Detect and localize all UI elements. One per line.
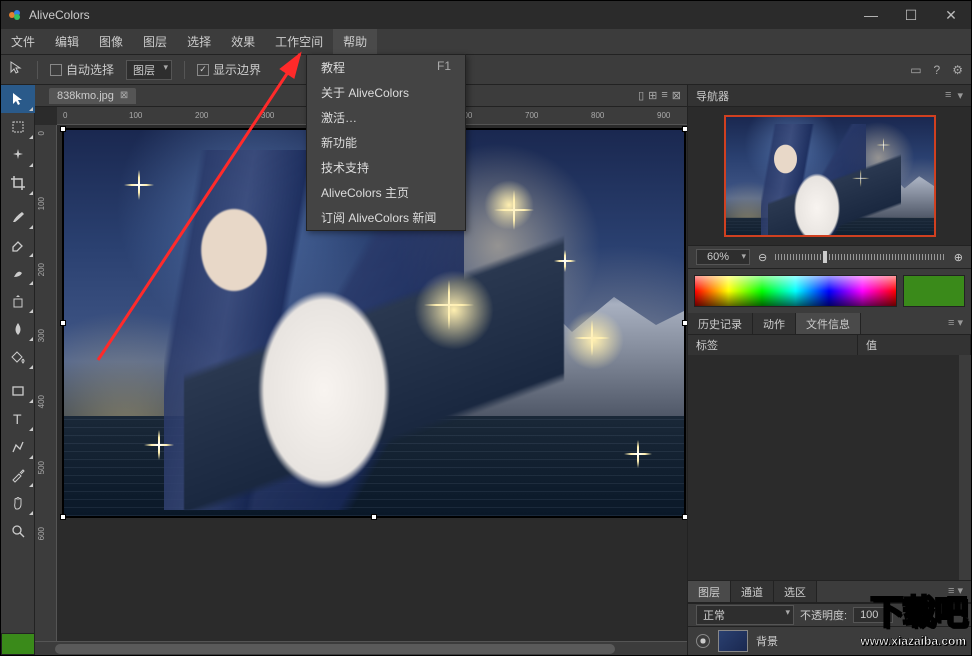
menu-effect[interactable]: 效果 <box>221 29 265 54</box>
tool-blur[interactable] <box>1 315 35 343</box>
app-title: AliveColors <box>29 8 90 22</box>
menu-edit[interactable]: 编辑 <box>45 29 89 54</box>
menu-select[interactable]: 选择 <box>177 29 221 54</box>
layer-panel-menu-icon[interactable]: ≡ ▾ <box>940 581 971 602</box>
navigator-title: 导航器 <box>696 88 729 104</box>
tool-zoom[interactable] <box>1 517 35 545</box>
layer-tabs: 图层 通道 选区 ≡ ▾ <box>688 581 971 603</box>
auto-select-checkbox[interactable]: 自动选择 <box>50 61 114 78</box>
navigator-thumbnail[interactable] <box>688 107 971 245</box>
toolbox: T <box>1 85 35 655</box>
tool-eraser[interactable] <box>1 231 35 259</box>
layer-thumbnail <box>718 630 748 652</box>
close-tab-icon[interactable]: ⊠ <box>120 90 128 101</box>
zoom-out-button[interactable]: ⊖ <box>758 251 767 264</box>
menu-layer[interactable]: 图层 <box>133 29 177 54</box>
help-subscribe[interactable]: 订阅 AliveColors 新闻 <box>307 205 465 230</box>
tool-magic-wand[interactable] <box>1 141 35 169</box>
menu-image[interactable]: 图像 <box>89 29 133 54</box>
foreground-color[interactable] <box>1 633 35 655</box>
app-logo-icon <box>7 7 23 23</box>
color-spectrum[interactable] <box>694 275 897 307</box>
fileinfo-body <box>688 355 971 580</box>
menu-help[interactable]: 帮助 <box>333 29 377 54</box>
panel-collapse-icon[interactable]: ▾ <box>957 89 963 102</box>
fileinfo-scrollbar[interactable] <box>959 355 971 580</box>
title-bar: AliveColors ― ☐ ✕ <box>1 1 971 29</box>
tool-smudge[interactable] <box>1 259 35 287</box>
tool-brush[interactable] <box>1 203 35 231</box>
color-panel <box>688 269 971 313</box>
opacity-value[interactable]: 100 <box>853 607 893 623</box>
menu-file[interactable]: 文件 <box>1 29 45 54</box>
tab-view-1-icon[interactable]: ▯ <box>638 89 644 102</box>
settings-icon[interactable]: ⚙ <box>952 63 963 77</box>
col-value: 值 <box>858 335 971 355</box>
zoom-value[interactable]: 60% <box>696 249 750 265</box>
tool-hand[interactable] <box>1 489 35 517</box>
info-tabs: 历史记录 动作 文件信息 ≡ ▾ <box>688 313 971 335</box>
help-dropdown: 教程F1 关于 AliveColors 激活… 新功能 技术支持 AliveCo… <box>306 54 466 231</box>
panel-menu-icon[interactable]: ≡ <box>945 89 951 102</box>
tool-bucket[interactable] <box>1 343 35 371</box>
scope-dropdown[interactable]: 图层 <box>126 60 172 80</box>
tab-selection[interactable]: 选区 <box>774 581 817 602</box>
help-icon[interactable]: ? <box>934 63 941 77</box>
maximize-button[interactable]: ☐ <box>891 1 931 29</box>
zoom-controls: 60% ⊖ ⊕ <box>688 245 971 269</box>
tab-fileinfo[interactable]: 文件信息 <box>796 313 861 334</box>
col-label: 标签 <box>688 335 858 355</box>
help-activate[interactable]: 激活… <box>307 105 465 130</box>
tool-clone[interactable] <box>1 287 35 315</box>
tab-layers[interactable]: 图层 <box>688 581 731 602</box>
help-support[interactable]: 技术支持 <box>307 155 465 180</box>
ruler-vertical: 0 100 200 300 400 500 600 <box>35 125 57 655</box>
help-homepage[interactable]: AliveColors 主页 <box>307 180 465 205</box>
options-bar: 自动选择 图层 ✓显示边界 ▭ ? ⚙ <box>1 55 971 85</box>
tool-eyedropper[interactable] <box>1 461 35 489</box>
help-about[interactable]: 关于 AliveColors <box>307 80 465 105</box>
navigator-header: 导航器 ≡ ▾ <box>688 85 971 107</box>
info-panel-menu-icon[interactable]: ≡ ▾ <box>940 313 971 334</box>
help-whatsnew[interactable]: 新功能 <box>307 130 465 155</box>
zoom-slider[interactable] <box>775 254 946 260</box>
feedback-icon[interactable]: ▭ <box>910 63 921 77</box>
help-tutorial[interactable]: 教程F1 <box>307 55 465 80</box>
move-cursor-icon <box>9 60 25 79</box>
fileinfo-header: 标签 值 <box>688 335 971 355</box>
layer-visibility-icon[interactable] <box>696 634 710 648</box>
menu-workspace[interactable]: 工作空间 <box>265 29 333 54</box>
tool-shape[interactable] <box>1 377 35 405</box>
menu-bar: 文件 编辑 图像 图层 选择 效果 工作空间 帮助 <box>1 29 971 55</box>
tool-text[interactable]: T <box>1 405 35 433</box>
blend-mode-dropdown[interactable]: 正常 <box>696 605 794 625</box>
right-panels: 导航器 ≡ ▾ 60% ⊖ ⊕ 历史记录 <box>687 85 971 655</box>
zoom-in-button[interactable]: ⊕ <box>954 251 963 264</box>
tool-move[interactable] <box>1 85 35 113</box>
document-tab[interactable]: 838kmo.jpg ⊠ <box>49 88 136 104</box>
close-button[interactable]: ✕ <box>931 1 971 29</box>
tab-view-4-icon[interactable]: ⊠ <box>672 89 681 102</box>
layer-options: 正常 不透明度: 100 <box>688 603 971 627</box>
tab-actions[interactable]: 动作 <box>753 313 796 334</box>
minimize-button[interactable]: ― <box>851 1 891 29</box>
tool-pen[interactable] <box>1 433 35 461</box>
scrollbar-horizontal[interactable] <box>35 641 687 655</box>
layer-row[interactable]: 背景 <box>688 627 971 655</box>
document-filename: 838kmo.jpg <box>57 90 114 102</box>
show-bounds-checkbox[interactable]: ✓显示边界 <box>197 61 261 78</box>
tool-marquee[interactable] <box>1 113 35 141</box>
tab-history[interactable]: 历史记录 <box>688 313 753 334</box>
layer-name: 背景 <box>756 633 778 649</box>
tool-crop[interactable] <box>1 169 35 197</box>
color-swatch[interactable] <box>903 275 965 307</box>
tab-channels[interactable]: 通道 <box>731 581 774 602</box>
tab-view-2-icon[interactable]: ⊞ <box>648 89 657 102</box>
tab-view-3-icon[interactable]: ≡ <box>661 89 667 102</box>
opacity-label: 不透明度: <box>800 607 847 623</box>
svg-text:T: T <box>13 411 22 427</box>
